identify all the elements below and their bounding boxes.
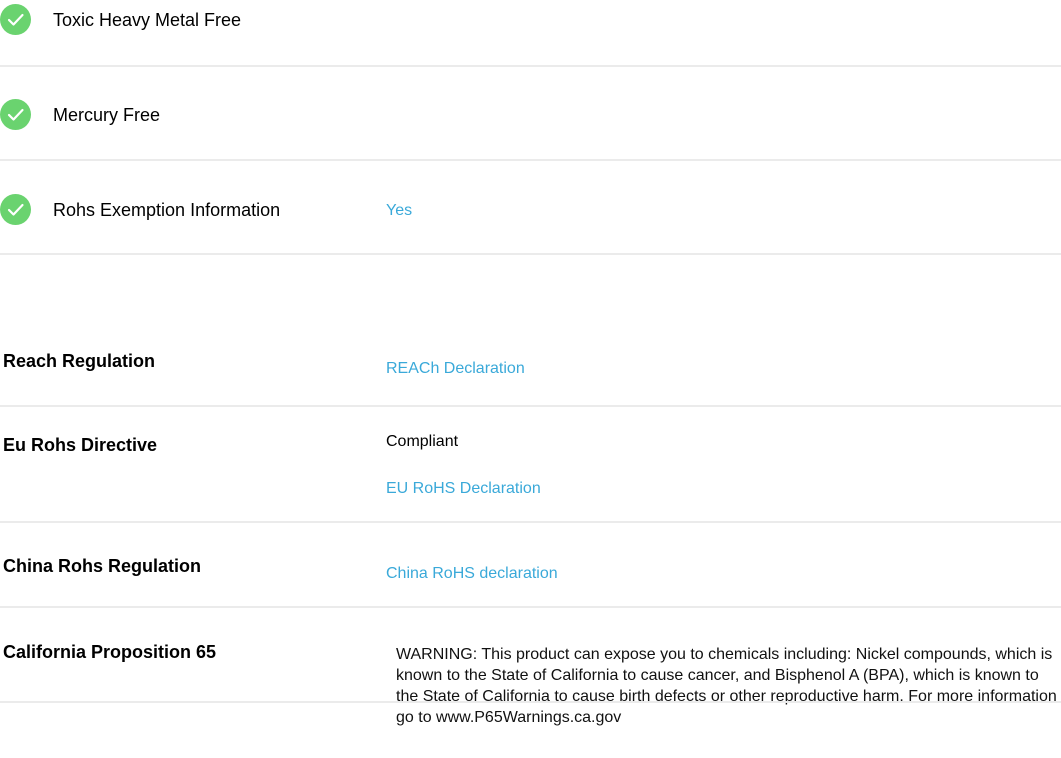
feature-row-mercury-free: Mercury Free [0,95,1061,159]
reach-declaration-link[interactable]: REACh Declaration [386,359,525,379]
feature-label: Mercury Free [53,105,161,125]
divider [0,606,1061,608]
divider [0,521,1061,523]
check-circle-icon [0,194,31,225]
divider [0,159,1061,161]
eu-rohs-declaration-link[interactable]: EU RoHS Declaration [386,479,541,499]
check-circle-icon [0,99,31,130]
china-rohs-regulation-label: China Rohs Regulation [3,556,201,576]
feature-label: Toxic Heavy Metal Free [53,10,242,30]
divider [0,65,1061,67]
divider [0,253,1061,255]
california-prop-65-label: California Proposition 65 [3,642,217,662]
feature-row-toxic-heavy-metal-free: Toxic Heavy Metal Free [0,0,1061,64]
divider [0,701,1061,703]
check-circle-icon [0,4,31,35]
china-rohs-declaration-link[interactable]: China RoHS declaration [386,564,558,584]
eu-rohs-directive-label: Eu Rohs Directive [3,435,158,455]
reach-regulation-label: Reach Regulation [3,351,156,371]
prop-65-warning-text: WARNING: This product can expose you to … [396,646,1057,726]
divider [0,405,1061,407]
feature-row-rohs-exemption: Rohs Exemption Information Yes [0,190,1061,254]
eu-rohs-status: Compliant [386,433,459,450]
feature-label: Rohs Exemption Information [53,200,281,220]
rohs-exemption-value-link[interactable]: Yes [386,201,412,221]
